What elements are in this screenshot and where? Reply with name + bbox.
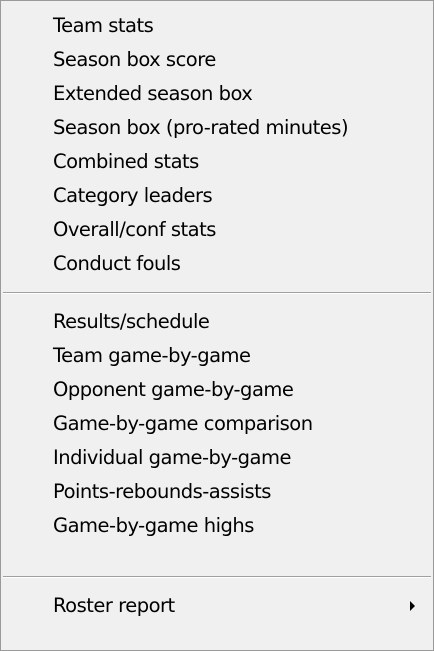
menu-item-season-box-score[interactable]: Season box score — [1, 43, 433, 77]
menu-item-individual-game-by-game[interactable]: Individual game-by-game — [1, 441, 433, 475]
menu-item-season-box-pro-rated[interactable]: Season box (pro-rated minutes) — [1, 111, 433, 145]
menu-item-combined-stats[interactable]: Combined stats — [1, 145, 433, 179]
context-menu: Team stats Season box score Extended sea… — [0, 0, 434, 651]
menu-separator — [3, 292, 431, 294]
menu-item-overall-conf-stats[interactable]: Overall/conf stats — [1, 213, 433, 247]
menu-item-points-rebounds-assists[interactable]: Points-rebounds-assists — [1, 475, 433, 509]
menu-item-team-stats[interactable]: Team stats — [1, 9, 433, 43]
menu-item-game-by-game-comparison[interactable]: Game-by-game comparison — [1, 407, 433, 441]
menu-item-roster-report[interactable]: Roster report — [1, 589, 433, 623]
menu-item-category-leaders[interactable]: Category leaders — [1, 179, 433, 213]
menu-item-results-schedule[interactable]: Results/schedule — [1, 305, 433, 339]
submenu-arrow-icon — [410, 601, 415, 611]
menu-item-team-game-by-game[interactable]: Team game-by-game — [1, 339, 433, 373]
menu-item-conduct-fouls[interactable]: Conduct fouls — [1, 247, 433, 281]
menu-separator — [3, 576, 431, 578]
menu-item-extended-season-box[interactable]: Extended season box — [1, 77, 433, 111]
menu-item-opponent-game-by-game[interactable]: Opponent game-by-game — [1, 373, 433, 407]
menu-item-game-by-game-highs[interactable]: Game-by-game highs — [1, 509, 433, 543]
menu-item-roster-report-label: Roster report — [53, 594, 175, 617]
